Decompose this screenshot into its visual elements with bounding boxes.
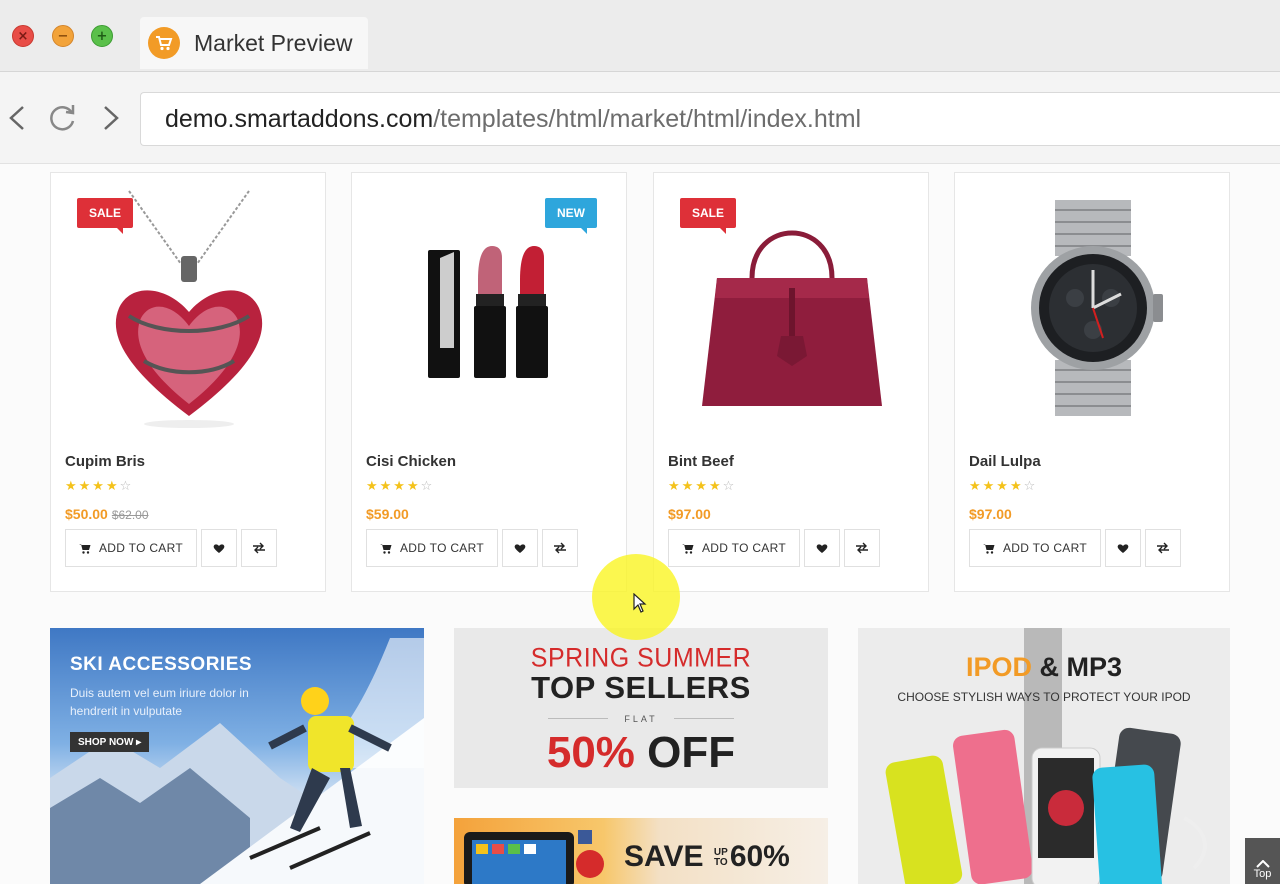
close-window-button[interactable]: × — [12, 25, 34, 47]
forward-arrow-icon — [104, 106, 119, 130]
product-image-watch[interactable] — [955, 183, 1231, 433]
current-price: $50.00 — [65, 506, 108, 522]
flat-label: FLAT — [624, 714, 658, 724]
product-price: $97.00 — [668, 506, 715, 522]
mouse-pointer-icon — [633, 593, 647, 613]
cart-icon — [983, 543, 995, 554]
product-actions: ADD TO CART — [65, 529, 277, 567]
add-to-cart-button[interactable]: ADD TO CART — [969, 529, 1101, 567]
reload-icon — [50, 105, 75, 131]
add-to-cart-button[interactable]: ADD TO CART — [65, 529, 197, 567]
save-text: SAVE UP TO60% — [624, 840, 790, 873]
ipod-banner-title: IPOD & MP3 — [965, 652, 1123, 682]
ipods-image — [885, 727, 1207, 884]
product-actions: ADD TO CART — [969, 529, 1181, 567]
shop-now-button[interactable]: SHOP NOW ▸ — [70, 732, 150, 752]
compare-icon — [856, 542, 868, 554]
product-name[interactable]: Cisi Chicken — [366, 453, 456, 470]
window-titlebar: × − + Market Preview — [0, 0, 1280, 72]
product-image-lipstick[interactable] — [352, 183, 628, 433]
compare-button[interactable] — [1145, 529, 1181, 567]
cart-icon — [682, 543, 694, 554]
cart-icon — [380, 543, 392, 554]
add-to-cart-button[interactable]: ADD TO CART — [366, 529, 498, 567]
page-content: SALE Cupim Bris ★★★★☆ $50.00 $62.00 ADD T… — [0, 164, 1280, 884]
tab-title: Market Preview — [194, 29, 353, 56]
top-sellers-heading: TOP SELLERS — [531, 670, 751, 705]
forward-button[interactable] — [92, 100, 128, 136]
product-actions: ADD TO CART — [366, 529, 578, 567]
wishlist-button[interactable] — [1105, 529, 1141, 567]
compare-icon — [253, 542, 265, 554]
add-to-cart-button[interactable]: ADD TO CART — [668, 529, 800, 567]
product-name[interactable]: Bint Beef — [668, 453, 734, 470]
product-card[interactable]: Dail Lulpa ★★★★☆ $97.00 ADD TO CART — [954, 172, 1230, 592]
compare-button[interactable] — [844, 529, 880, 567]
url-path: /templates/html/market/html/index.html — [433, 104, 862, 133]
cart-icon — [79, 543, 91, 554]
current-price: $97.00 — [668, 506, 711, 522]
heart-icon — [514, 543, 526, 553]
rating-stars: ★★★★☆ — [366, 479, 435, 494]
reload-button[interactable] — [44, 100, 80, 136]
ski-banner-text: Duis autem vel eum iriure dolor in hendr… — [70, 686, 249, 718]
rating-stars: ★★★★☆ — [65, 479, 134, 494]
old-price: $62.00 — [111, 508, 149, 522]
product-card[interactable]: NEW Cisi Chicken ★★★★☆ $59.00 ADD TO CAR… — [351, 172, 627, 592]
chevron-up-icon — [1255, 860, 1270, 868]
divider — [674, 718, 734, 719]
ski-banner-title: SKI ACCESSORIES — [70, 654, 253, 675]
rating-stars: ★★★★☆ — [969, 479, 1038, 494]
product-price: $59.00 — [366, 506, 413, 522]
product-actions: ADD TO CART — [668, 529, 880, 567]
discount-text: 50% OFF — [546, 728, 736, 777]
product-card[interactable]: SALE Cupim Bris ★★★★☆ $50.00 $62.00 ADD T… — [50, 172, 326, 592]
back-button[interactable] — [0, 100, 36, 136]
maximize-window-button[interactable]: + — [91, 25, 113, 47]
minimize-icon: − — [57, 28, 69, 44]
compare-button[interactable] — [241, 529, 277, 567]
heart-icon — [1117, 543, 1129, 553]
current-price: $59.00 — [366, 506, 409, 522]
heart-icon — [213, 543, 225, 553]
spring-summer-banner[interactable]: SPRING SUMMER TOP SELLERS FLAT 50% OFF — [454, 628, 828, 788]
back-arrow-icon — [9, 106, 24, 130]
wishlist-button[interactable] — [502, 529, 538, 567]
back-to-top-button[interactable]: Top — [1245, 838, 1280, 884]
product-image-necklace[interactable] — [51, 183, 327, 433]
wishlist-button[interactable] — [804, 529, 840, 567]
maximize-icon: + — [96, 28, 108, 44]
product-card[interactable]: SALE Bint Beef ★★★★☆ $97.00 ADD TO CART — [653, 172, 929, 592]
product-name[interactable]: Cupim Bris — [65, 453, 145, 470]
ipod-banner-subtitle: CHOOSE STYLISH WAYS TO PROTECT YOUR IPOD — [897, 690, 1191, 704]
compare-icon — [554, 542, 566, 554]
heart-icon — [816, 543, 828, 553]
wishlist-button[interactable] — [201, 529, 237, 567]
browser-toolbar: demo.smartaddons.com/templates/html/mark… — [0, 72, 1280, 164]
address-bar[interactable]: demo.smartaddons.com/templates/html/mark… — [140, 92, 1280, 146]
product-name[interactable]: Dail Lulpa — [969, 453, 1041, 470]
product-price: $50.00 $62.00 — [65, 506, 149, 522]
product-image-handbag[interactable] — [654, 183, 930, 433]
close-icon: × — [17, 28, 29, 44]
rating-stars: ★★★★☆ — [668, 479, 737, 494]
browser-tab[interactable]: Market Preview — [140, 17, 368, 69]
ski-accessories-banner[interactable]: SKI ACCESSORIES Duis autem vel eum iriur… — [50, 628, 424, 884]
ipod-mp3-banner[interactable]: IPOD & MP3 CHOOSE STYLISH WAYS TO PROTEC… — [858, 628, 1230, 884]
shopping-cart-icon — [148, 27, 180, 59]
url-domain: demo.smartaddons.com — [165, 104, 434, 133]
save-tablet-banner[interactable]: SAVE UP TO60% — [454, 818, 828, 884]
compare-button[interactable] — [542, 529, 578, 567]
product-price: $97.00 — [969, 506, 1016, 522]
current-price: $97.00 — [969, 506, 1012, 522]
tablet-image — [464, 830, 604, 884]
minimize-window-button[interactable]: − — [52, 25, 74, 47]
compare-icon — [1157, 542, 1169, 554]
